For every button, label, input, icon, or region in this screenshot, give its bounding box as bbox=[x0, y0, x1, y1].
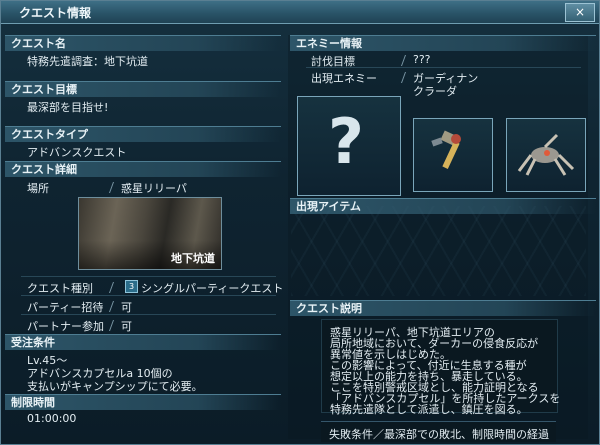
divider bbox=[21, 314, 276, 315]
window-title: クエスト情報 bbox=[19, 6, 92, 20]
description-line: 特務先遣隊として派遣し、鎮圧を図る。 bbox=[330, 403, 528, 416]
items-area bbox=[291, 206, 586, 296]
quest-goal-header: クエスト目標 bbox=[5, 81, 281, 97]
quest-details-header: クエスト詳細 bbox=[5, 161, 281, 177]
enemy-card-guardinan[interactable] bbox=[413, 118, 493, 192]
fail-condition-box: 失敗条件／最深部での敗北、制限時間の経過 bbox=[321, 421, 556, 442]
close-button[interactable]: × bbox=[565, 3, 595, 22]
divider bbox=[306, 67, 581, 68]
location-value: 惑星リリーパ bbox=[121, 182, 187, 195]
enemies-label: 出現エネミー bbox=[311, 72, 377, 85]
separator bbox=[108, 301, 115, 312]
location-image: 地下坑道 bbox=[78, 197, 222, 270]
kuradah-icon bbox=[517, 133, 575, 176]
party-invite-label: パーティー招待 bbox=[27, 301, 104, 314]
conditions-header: 受注条件 bbox=[5, 334, 281, 350]
enemy-info-header: エネミー情報 bbox=[290, 35, 596, 51]
time-limit-value: 01:00:00 bbox=[27, 412, 77, 425]
quest-goal-value: 最深部を目指せ! bbox=[27, 101, 109, 114]
title-bar[interactable]: クエスト情報 × bbox=[1, 1, 599, 24]
question-mark-icon: ? bbox=[328, 105, 364, 178]
party-invite-value: 可 bbox=[121, 301, 132, 314]
separator bbox=[108, 282, 115, 293]
description-header: クエスト説明 bbox=[290, 300, 596, 316]
location-image-caption: 地下坑道 bbox=[171, 252, 215, 265]
quest-name-value: 特務先遣調査：地下坑道 bbox=[27, 55, 148, 68]
quest-type-value: アドバンスクエスト bbox=[27, 146, 127, 159]
description-box: 惑星リリーパ、地下坑道エリアの 局所地域において、ダーカーの侵食反応が 異常値を… bbox=[321, 319, 560, 416]
time-limit-header: 制限時間 bbox=[5, 394, 281, 410]
quest-kind-value: シングルパーティークエスト bbox=[141, 282, 284, 295]
enemy-card-kuradah[interactable] bbox=[506, 118, 586, 192]
separator bbox=[108, 182, 115, 193]
quest-name-header: クエスト名 bbox=[5, 35, 281, 51]
party-type-icon: 3 bbox=[125, 280, 138, 293]
quest-kind-label: クエスト種別 bbox=[27, 282, 93, 295]
divider bbox=[21, 295, 276, 296]
target-value: ??? bbox=[413, 53, 431, 66]
quest-info-window: クエスト情報 × クエスト名 特務先遣調査：地下坑道 クエスト目標 最深部を目指… bbox=[0, 0, 600, 445]
divider bbox=[21, 276, 276, 277]
quest-type-header: クエストタイプ bbox=[5, 126, 281, 142]
fail-condition: 失敗条件／最深部での敗北、制限時間の経過 bbox=[329, 428, 549, 441]
partner-label: パートナー参加 bbox=[27, 320, 104, 333]
guardinan-icon bbox=[431, 130, 461, 169]
separator bbox=[108, 320, 115, 331]
condition-line: 支払いがキャンプシップにて必要。 bbox=[27, 380, 203, 393]
enemy-name: クラーダ bbox=[413, 85, 457, 98]
partner-value: 可 bbox=[121, 320, 132, 333]
unknown-enemy-card[interactable]: ? bbox=[297, 96, 401, 196]
location-label: 場所 bbox=[27, 182, 49, 195]
